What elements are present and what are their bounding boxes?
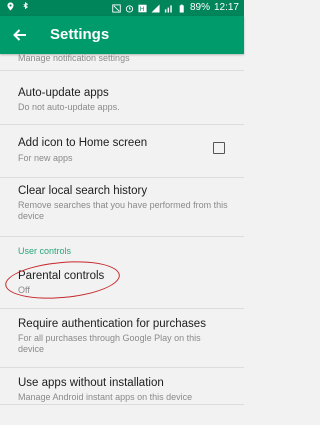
require-authentication-subtitle: For all purchases through Google Play on… xyxy=(18,333,201,354)
location-icon xyxy=(7,2,14,11)
notifications-item[interactable]: Manage notification settings xyxy=(0,48,244,70)
auto-update-apps-title: Auto-update apps xyxy=(18,87,109,99)
status-bar: H 89% 12:17 xyxy=(0,0,244,16)
clear-search-history-title: Clear local search history xyxy=(18,185,148,197)
add-icon-home-screen-title: Add icon to Home screen xyxy=(18,137,148,149)
alarm-icon xyxy=(125,4,134,13)
add-icon-home-screen-subtitle: For new apps xyxy=(18,153,73,163)
clear-search-history-subtitle: Remove searches that you have performed … xyxy=(18,200,228,221)
add-icon-home-screen-item[interactable]: Add icon to Home screen For new apps xyxy=(0,125,244,177)
svg-text:H: H xyxy=(140,6,145,13)
instant-apps-subtitle: Manage Android instant apps on this devi… xyxy=(18,392,193,402)
add-icon-home-screen-checkbox[interactable] xyxy=(213,142,225,154)
instant-apps-item[interactable]: Use apps without installation Manage And… xyxy=(0,368,244,418)
instant-apps-title: Use apps without installation xyxy=(18,377,164,389)
require-authentication-item[interactable]: Require authentication for purchases For… xyxy=(0,309,244,369)
back-arrow-icon[interactable] xyxy=(11,26,29,44)
mute-icon xyxy=(112,3,121,13)
battery-percent: 89% xyxy=(189,2,210,13)
network-type-icon: H xyxy=(138,4,147,13)
divider xyxy=(0,236,244,237)
divider xyxy=(0,404,244,405)
auto-update-apps-item[interactable]: Auto-update apps Do not auto-update apps… xyxy=(0,71,244,124)
require-authentication-title: Require authentication for purchases xyxy=(18,318,206,330)
page-title: Settings xyxy=(50,26,110,43)
battery-icon xyxy=(179,4,184,13)
section-header-user-controls: User controls xyxy=(18,246,72,256)
signal-2-icon xyxy=(164,4,172,13)
notifications-subtitle: Manage notification settings xyxy=(18,53,130,63)
clock: 12:17 xyxy=(213,2,239,13)
auto-update-apps-subtitle: Do not auto-update apps. xyxy=(18,102,120,112)
bluetooth-icon xyxy=(23,2,29,10)
signal-icon xyxy=(151,3,160,13)
clear-search-history-item[interactable]: Clear local search history Remove search… xyxy=(0,178,244,240)
